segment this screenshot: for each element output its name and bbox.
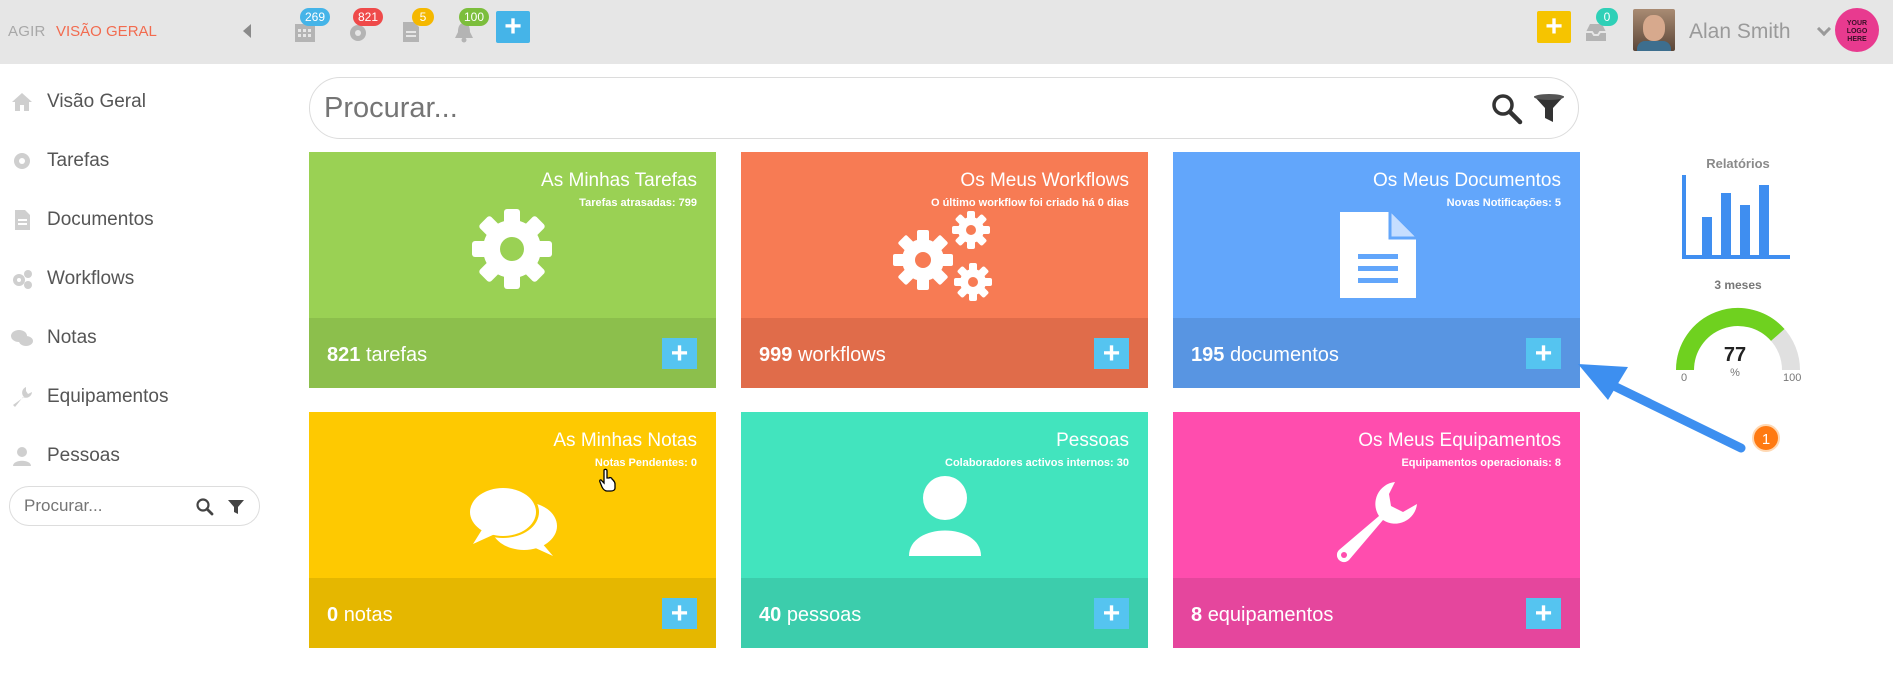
gears-icon [893,211,992,301]
sidebar-search-input[interactable] [24,495,184,517]
tile-count: 195 documentos [1191,344,1339,366]
user-name[interactable]: Alan Smith [1689,20,1791,44]
add-note-button[interactable]: + [662,598,697,629]
sidebar-item-visao-geral[interactable]: Visão Geral [0,82,270,122]
tile-title: Os Meus Workflows [960,170,1129,191]
home-icon [12,93,32,111]
sidebar-item-pessoas[interactable]: Pessoas [0,436,270,476]
tile-count: 8 equipamentos [1191,604,1334,626]
add-equipment-button[interactable]: + [1526,598,1561,629]
tile-count: 821 tarefas [327,344,428,366]
notifications-button[interactable]: 100 [451,8,490,44]
sidebar-item-label: Workflows [47,268,135,289]
search-input[interactable] [324,90,1424,126]
sidebar-item-notas[interactable]: Notas [0,318,270,358]
tile-title: As Minhas Tarefas [541,170,697,191]
add-person-button[interactable]: + [1094,598,1129,629]
tile-count: 999 workflows [759,344,886,366]
reports-title[interactable]: Relatórios [1699,156,1777,171]
gauge-period-label: 3 meses [1714,278,1762,292]
tile-footer: 40 pessoas + [741,578,1148,648]
sidebar-item-label: Notas [47,327,97,348]
inbox-button[interactable]: 0 [1583,8,1618,44]
annotation-arrow [1578,364,1746,453]
calendar-count-badge: 269 [300,8,331,26]
main-search [309,77,1579,139]
document-icon [15,210,30,230]
sidebar-item-label: Equipamentos [47,386,169,407]
tile-subtitle: Colaboradores activos internos: 30 [945,457,1129,469]
sidebar-item-tarefas[interactable]: Tarefas [0,141,270,181]
breadcrumb-current-page[interactable]: VISÃO GERAL [56,23,157,40]
wrench-icon [13,387,32,407]
inbox-count-badge: 0 [1596,8,1618,26]
documents-button[interactable]: 5 [398,8,434,44]
filter-icon[interactable] [1532,92,1566,126]
gear-icon [472,209,552,289]
brand-label[interactable]: AGIR [8,23,45,40]
tile-subtitle: Tarefas atrasadas: 799 [579,197,697,209]
collapse-sidebar-icon[interactable] [243,24,251,38]
reports-bar-chart-icon[interactable] [1680,175,1792,261]
annotation-step-badge: 1 [1752,424,1780,452]
company-logo: YOUR LOGO HERE [1835,8,1879,52]
tile-title: Os Meus Equipamentos [1358,430,1561,451]
sidebar-item-label: Pessoas [47,445,120,466]
document-icon [1340,212,1416,298]
add-task-button[interactable]: + [662,338,697,369]
hand-cursor-icon [599,468,616,492]
tile-count: 40 pessoas [759,604,862,626]
tile-documentos[interactable]: Os Meus Documentos Novas Notificações: 5… [1173,152,1580,388]
tile-title: Os Meus Documentos [1373,170,1561,191]
sidebar-item-documentos[interactable]: Documentos [0,200,270,240]
tile-subtitle: O último workflow foi criado há 0 dias [930,197,1129,209]
tile-footer: 0 notas + [309,578,716,648]
tile-title: As Minhas Notas [553,430,697,451]
add-workflow-button[interactable]: + [1094,338,1129,369]
calendar-button[interactable]: 269 [292,8,331,44]
tile-subtitle: Novas Notificações: 5 [1446,197,1561,209]
tile-footer: 8 equipamentos + [1173,578,1580,648]
gauge-max-label: 100 [1783,372,1802,384]
documents-count-badge: 5 [412,8,434,26]
tile-notas[interactable]: As Minhas Notas Notas Pendentes: 0 0 not… [309,412,716,648]
chat-icon [11,330,33,346]
tile-subtitle: Equipamentos operacionais: 8 [1401,457,1561,469]
tile-footer: 821 tarefas + [309,318,716,388]
tasks-button[interactable]: 821 [345,8,384,44]
tile-workflows[interactable]: Os Meus Workflows O último workflow foi … [741,152,1148,388]
top-bar: AGIR VISÃO GERAL 269 821 5 100 + + 0 Ala… [0,0,1893,64]
chevron-down-icon[interactable] [1816,21,1832,37]
person-icon [13,447,31,466]
sidebar-item-label: Tarefas [47,150,110,171]
gear-icon [14,153,30,169]
search-icon[interactable] [1490,92,1524,126]
tile-equipamentos[interactable]: Os Meus Equipamentos Equipamentos operac… [1173,412,1580,648]
sidebar: Visão Geral Tarefas Documentos Workflows… [0,64,270,675]
sidebar-item-label: Documentos [47,209,154,230]
gears-icon [13,270,32,289]
sidebar-item-label: Visão Geral [47,91,146,112]
chat-icon [467,486,557,556]
tile-pessoas[interactable]: Pessoas Colaboradores activos internos: … [741,412,1148,648]
tasks-count-badge: 821 [353,8,384,26]
tile-footer: 999 workflows + [741,318,1148,388]
person-icon [909,476,981,556]
sidebar-search [9,486,260,526]
add-document-button[interactable]: + [1526,338,1561,369]
filter-icon[interactable] [226,497,246,517]
wrench-icon [1336,482,1417,563]
notifications-count-badge: 100 [459,8,490,26]
tile-title: Pessoas [1056,430,1129,451]
tile-count: 0 notas [327,604,393,626]
sidebar-item-equipamentos[interactable]: Equipamentos [0,377,270,417]
sidebar-item-workflows[interactable]: Workflows [0,259,270,299]
avatar[interactable] [1633,9,1675,51]
add-button[interactable]: + [496,11,530,43]
quick-add-button[interactable]: + [1537,11,1571,43]
tile-tarefas[interactable]: As Minhas Tarefas Tarefas atrasadas: 799… [309,152,716,388]
tile-footer: 195 documentos + [1173,318,1580,388]
search-icon[interactable] [195,497,215,517]
